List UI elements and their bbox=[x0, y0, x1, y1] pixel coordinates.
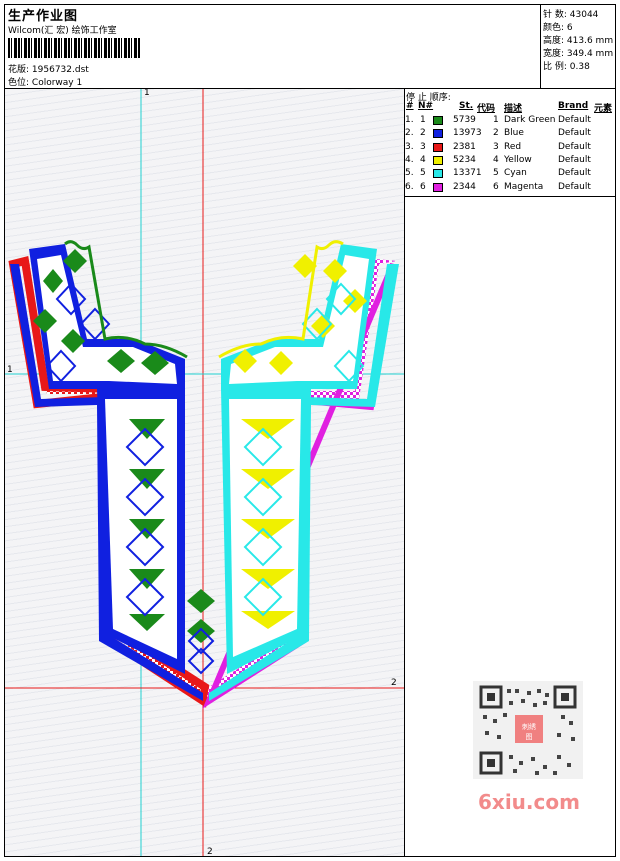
svg-text:图: 图 bbox=[526, 733, 533, 741]
row-brand: Default bbox=[558, 128, 591, 139]
row-stitches: 13371 bbox=[453, 168, 482, 179]
row-code: 4 bbox=[493, 154, 499, 165]
row-index: 4. bbox=[405, 154, 414, 165]
pattern-value: 1956732.dst bbox=[31, 65, 89, 75]
color-row: 6. 6 2344 6 Magenta Default bbox=[405, 181, 615, 194]
row-needle: 2 bbox=[420, 128, 426, 139]
colorway-field: 色位: Colorway 1 bbox=[8, 75, 82, 88]
color-swatch bbox=[433, 169, 443, 179]
panel-divider bbox=[404, 88, 405, 857]
stat-stitches: 针 数: 43044 bbox=[543, 10, 599, 20]
row-code: 2 bbox=[493, 128, 499, 139]
stat-colors: 颜色: 6 bbox=[543, 23, 573, 33]
stat-height: 高度: 413.6 mm bbox=[543, 36, 614, 46]
embroidery-preview bbox=[5, 89, 404, 856]
row-needle: 4 bbox=[420, 154, 426, 165]
row-description: Cyan bbox=[504, 168, 527, 179]
right-panel bbox=[202, 240, 399, 709]
color-row: 1. 1 5739 1 Dark Green Default bbox=[405, 114, 615, 127]
col-desc: 描述 bbox=[504, 104, 523, 114]
row-brand: Default bbox=[558, 115, 591, 125]
table-bottom-divider bbox=[404, 196, 616, 197]
row-index: 5. bbox=[405, 168, 414, 179]
row-brand: Default bbox=[558, 181, 591, 192]
pattern-field: 花版: 1956732.dst bbox=[8, 62, 89, 75]
col-code: 代码 bbox=[477, 104, 496, 114]
color-swatch bbox=[433, 116, 443, 125]
color-swatch bbox=[433, 129, 443, 139]
color-row: 5. 5 13371 5 Cyan Default bbox=[405, 167, 615, 180]
row-index: 3. bbox=[405, 141, 414, 152]
qr-badge-text: 刺绣 bbox=[522, 722, 536, 731]
col-element: 元素 bbox=[594, 104, 613, 114]
color-row: 2. 2 13973 2 Blue Default bbox=[405, 127, 615, 140]
row-brand: Default bbox=[558, 141, 591, 152]
row-code: 1 bbox=[493, 115, 499, 125]
row-stitches: 2381 bbox=[453, 141, 476, 152]
row-needle: 5 bbox=[420, 168, 426, 179]
color-swatch bbox=[433, 155, 443, 165]
row-code: 6 bbox=[493, 181, 499, 192]
row-brand: Default bbox=[558, 154, 591, 165]
row-code: 3 bbox=[493, 141, 499, 152]
row-needle: 1 bbox=[420, 115, 426, 125]
row-needle: 6 bbox=[420, 181, 426, 192]
row-description: Red bbox=[504, 141, 522, 152]
design-canvas: 1 2 1 2 bbox=[5, 89, 404, 856]
qr-code: 刺绣 图 bbox=[473, 681, 583, 779]
row-stitches: 13973 bbox=[453, 128, 482, 139]
studio-name: Wilcom(汇 宏) 绘饰工作室 bbox=[8, 26, 117, 36]
qr-code-graphic: 刺绣 图 bbox=[479, 685, 577, 775]
row-description: Blue bbox=[504, 128, 524, 139]
pattern-label: 花版: bbox=[8, 65, 30, 75]
row-description: Dark Green bbox=[504, 115, 556, 125]
barcode bbox=[8, 38, 140, 58]
guide-v1-label: 1 bbox=[144, 89, 150, 98]
row-needle: 3 bbox=[420, 141, 426, 152]
row-code: 5 bbox=[493, 168, 499, 179]
row-index: 6. bbox=[405, 181, 414, 192]
row-stitches: 5234 bbox=[453, 154, 476, 165]
stat-ratio: 比 例: 0.38 bbox=[543, 62, 590, 72]
colorway-value: Colorway 1 bbox=[31, 78, 83, 88]
color-row: 3. 3 2381 3 Red Default bbox=[405, 141, 615, 154]
left-panel bbox=[8, 240, 215, 708]
guide-h1-label: 1 bbox=[7, 365, 13, 375]
row-description: Magenta bbox=[504, 181, 544, 192]
col-brand: Brand bbox=[558, 101, 589, 111]
stats-divider bbox=[540, 4, 541, 88]
row-stitches: 2344 bbox=[453, 181, 476, 192]
colorway-label: 色位: bbox=[8, 78, 30, 88]
page-title: 生产作业图 bbox=[8, 9, 79, 24]
row-index: 1. bbox=[405, 115, 414, 125]
guide-h2-label: 2 bbox=[391, 678, 397, 688]
col-st: St. bbox=[459, 101, 474, 111]
row-index: 2. bbox=[405, 128, 414, 139]
watermark: 6xiu.com bbox=[478, 790, 580, 814]
row-description: Yellow bbox=[504, 154, 532, 165]
stat-width: 宽度: 349.4 mm bbox=[543, 49, 614, 59]
color-row: 4. 4 5234 4 Yellow Default bbox=[405, 154, 615, 167]
row-stitches: 5739 bbox=[453, 115, 476, 125]
color-swatch bbox=[433, 182, 443, 192]
col-hash: # bbox=[406, 101, 414, 111]
color-swatch bbox=[433, 142, 443, 152]
guide-v2-label: 2 bbox=[207, 847, 213, 856]
col-n: N# bbox=[418, 101, 434, 111]
row-brand: Default bbox=[558, 168, 591, 179]
